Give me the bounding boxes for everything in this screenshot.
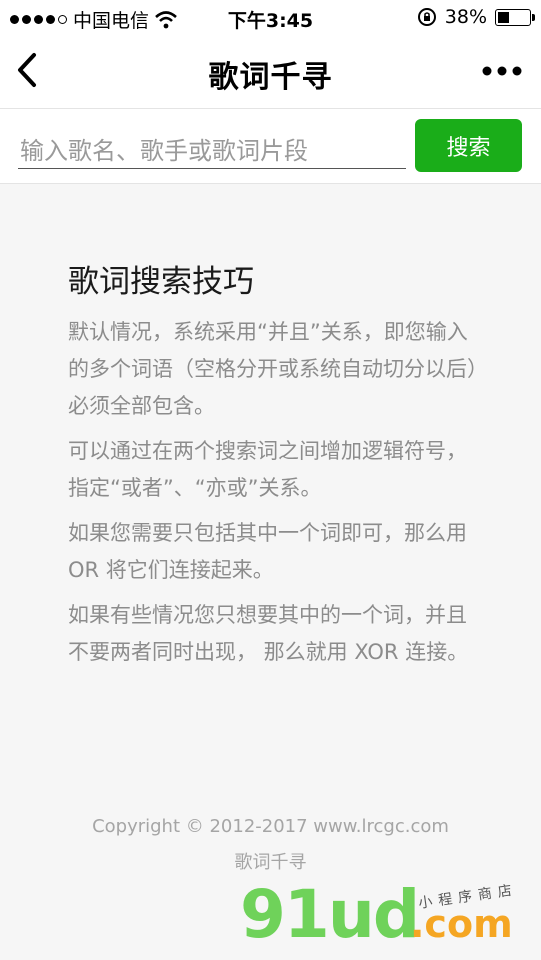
watermark-logo: 91ud 小程序商店 .com bbox=[240, 876, 530, 956]
navigation-bar: 歌词千寻 bbox=[0, 34, 541, 108]
page-title: 歌词千寻 bbox=[208, 60, 333, 95]
tips-paragraph: 如果有些情况您只想要其中的一个词，并且不要两者同时出现， 那么就用 XOR 连接… bbox=[68, 603, 469, 664]
battery-fill bbox=[498, 11, 510, 23]
search-placeholder: 输入歌名、歌手或歌词片段 bbox=[20, 137, 308, 165]
status-right: 38% bbox=[417, 6, 535, 28]
search-bar: 输入歌名、歌手或歌词片段 搜索 bbox=[0, 108, 541, 184]
copyright-text: Copyright © 2012-2017 www.lrcgc.com bbox=[92, 816, 449, 837]
watermark-domain: .com bbox=[410, 902, 513, 946]
search-input[interactable]: 输入歌名、歌手或歌词片段 bbox=[18, 121, 406, 169]
watermark-logo-text: 91ud bbox=[240, 876, 420, 953]
search-button[interactable]: 搜索 bbox=[415, 119, 522, 172]
tips-content: 默认情况，系统采用“并且”关系，即您输入的多个词语（空格分开或系统自动切分以后）… bbox=[68, 314, 478, 679]
footer-app-name: 歌词千寻 bbox=[234, 852, 307, 873]
tips-paragraph: 可以通过在两个搜索词之间增加逻辑符号，指定“或者”、“亦或”关系。 bbox=[68, 439, 467, 500]
tips-paragraph: 默认情况，系统采用“并且”关系，即您输入的多个词语（空格分开或系统自动切分以后）… bbox=[68, 320, 478, 418]
tips-paragraph: 如果您需要只包括其中一个词即可，那么用 OR 将它们连接起来。 bbox=[68, 521, 467, 582]
status-bar: 中国电信 下午3:45 38% bbox=[0, 0, 541, 34]
more-dots-icon[interactable] bbox=[481, 64, 523, 78]
battery-percent: 38% bbox=[444, 6, 487, 28]
rotation-lock-icon bbox=[417, 8, 436, 26]
tips-title: 歌词搜索技巧 bbox=[68, 264, 254, 300]
battery-icon bbox=[495, 8, 535, 26]
